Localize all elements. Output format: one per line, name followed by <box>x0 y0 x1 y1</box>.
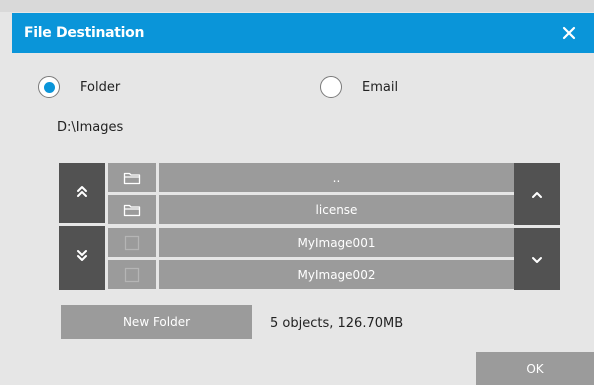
page-down-button[interactable] <box>59 226 105 290</box>
folder-icon <box>108 195 156 224</box>
item-name: MyImage002 <box>159 260 514 289</box>
ok-button[interactable]: OK <box>476 352 594 385</box>
list-item[interactable]: MyImage002 <box>108 260 514 289</box>
email-radio-circle[interactable] <box>320 76 342 98</box>
file-destination-dialog: File Destination Folder Email D:\Images <box>0 0 594 385</box>
double-chevron-up-icon <box>75 183 89 203</box>
title-bar: File Destination <box>12 13 594 53</box>
folder-radio-label: Folder <box>80 79 121 95</box>
item-name: license <box>159 195 514 224</box>
chevron-down-icon <box>530 250 544 269</box>
scroll-up-button[interactable] <box>514 163 560 225</box>
current-path: D:\Images <box>57 120 124 135</box>
close-icon[interactable] <box>558 22 580 44</box>
folder-icon <box>108 163 156 192</box>
status-text: 5 objects, 126.70MB <box>270 316 404 331</box>
folder-radio-circle[interactable] <box>38 76 60 98</box>
email-radio-label: Email <box>362 79 399 95</box>
file-icon <box>108 228 156 257</box>
file-browser: .. license MyImage001 MyImage002 <box>59 163 560 290</box>
chevron-up-icon <box>530 185 544 204</box>
page-up-button[interactable] <box>59 163 105 223</box>
radio-selected-dot <box>43 81 55 93</box>
double-chevron-down-icon <box>75 248 89 268</box>
folder-radio[interactable]: Folder <box>38 76 120 98</box>
list-item[interactable]: .. <box>108 163 514 192</box>
scroll-down-button[interactable] <box>514 228 560 290</box>
dialog-title: File Destination <box>24 25 145 41</box>
list-item[interactable]: license <box>108 195 514 224</box>
item-name: MyImage001 <box>159 228 514 257</box>
file-icon <box>108 260 156 289</box>
new-folder-button[interactable]: New Folder <box>61 305 252 339</box>
item-name: .. <box>159 163 514 192</box>
email-radio[interactable]: Email <box>320 76 398 98</box>
list-item[interactable]: MyImage001 <box>108 228 514 257</box>
